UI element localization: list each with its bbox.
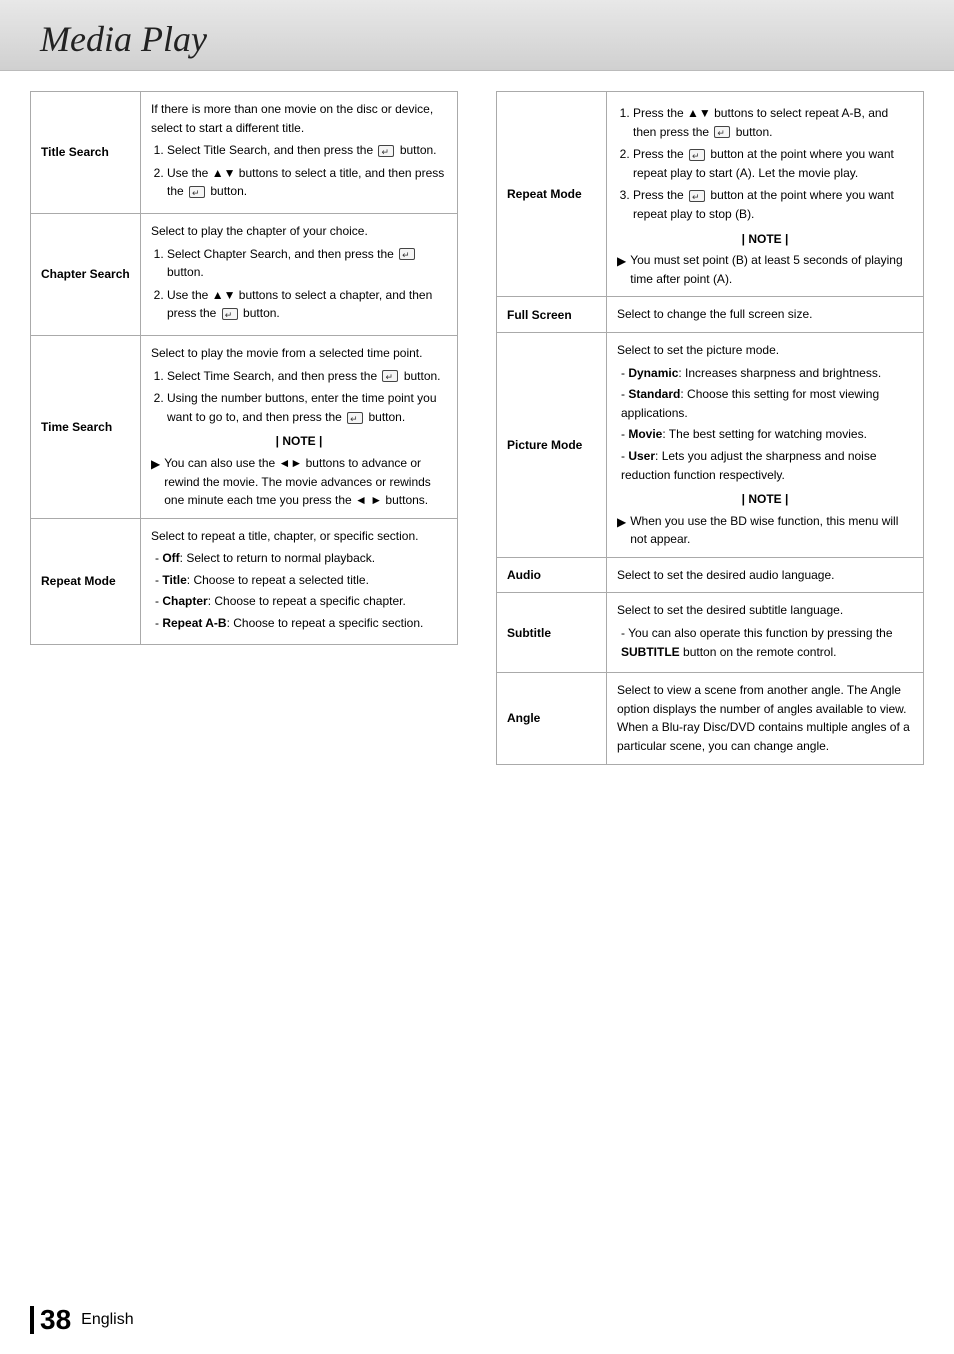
chapter-search-label: Chapter Search — [31, 213, 141, 335]
audio-label: Audio — [497, 557, 607, 593]
title-search-content: If there is more than one movie on the d… — [141, 92, 458, 214]
angle-label: Angle — [497, 673, 607, 764]
full-screen-content: Select to change the full screen size. — [607, 297, 924, 333]
list-item: Chapter: Choose to repeat a specific cha… — [155, 592, 447, 611]
footer-language: English — [81, 1311, 133, 1329]
list-item: Dynamic: Increases sharpness and brightn… — [621, 364, 913, 383]
list-item: Off: Select to return to normal playback… — [155, 549, 447, 568]
angle-content: Select to view a scene from another angl… — [607, 673, 924, 764]
list-item: Standard: Choose this setting for most v… — [621, 385, 913, 422]
time-search-steps: Select Time Search, and then press the b… — [151, 367, 447, 427]
list-item: User: Lets you adjust the sharpness and … — [621, 447, 913, 484]
audio-content: Select to set the desired audio language… — [607, 557, 924, 593]
list-item: Repeat A-B: Choose to repeat a specific … — [155, 614, 447, 633]
chapter-search-steps: Select Chapter Search, and then press th… — [151, 245, 447, 323]
enter-icon — [347, 412, 363, 424]
table-row: Title Search If there is more than one m… — [31, 92, 458, 214]
repeat-mode-right-label: Repeat Mode — [497, 92, 607, 297]
table-row: Subtitle Select to set the desired subti… — [497, 593, 924, 673]
list-item: Select Title Search, and then press the … — [167, 141, 447, 160]
bullet-arrow-icon: ▶ — [151, 455, 160, 474]
enter-icon — [378, 145, 394, 157]
repeat-mode-right-content: Press the ▲▼ buttons to select repeat A-… — [607, 92, 924, 297]
left-section: Title Search If there is more than one m… — [30, 91, 458, 765]
enter-icon — [714, 126, 730, 138]
bullet-arrow-icon: ▶ — [617, 513, 626, 532]
page-title: Media Play — [40, 19, 207, 59]
list-item: Movie: The best setting for watching mov… — [621, 425, 913, 444]
enter-icon — [689, 190, 705, 202]
time-search-note: | NOTE | ▶ You can also use the ◄► butto… — [151, 432, 447, 509]
table-row: Chapter Search Select to play the chapte… — [31, 213, 458, 335]
page-number: 38 — [40, 1306, 71, 1334]
repeat-mode-right-steps: Press the ▲▼ buttons to select repeat A-… — [617, 104, 913, 224]
enter-icon — [382, 370, 398, 382]
column-divider — [468, 91, 486, 765]
time-search-content: Select to play the movie from a selected… — [141, 335, 458, 518]
enter-icon — [689, 149, 705, 161]
list-item: You can also operate this function by pr… — [621, 624, 913, 661]
enter-icon — [189, 186, 205, 198]
bullet-arrow-icon: ▶ — [617, 252, 626, 271]
picture-mode-options: Dynamic: Increases sharpness and brightn… — [617, 364, 913, 485]
title-search-label: Title Search — [31, 92, 141, 214]
list-item: Press the button at the point where you … — [633, 145, 913, 182]
list-item: Press the button at the point where you … — [633, 186, 913, 223]
list-item: Select Time Search, and then press the b… — [167, 367, 447, 386]
left-table: Title Search If there is more than one m… — [30, 91, 458, 645]
picture-mode-content: Select to set the picture mode. Dynamic:… — [607, 332, 924, 557]
right-section: Repeat Mode Press the ▲▼ buttons to sele… — [496, 91, 924, 765]
time-search-label: Time Search — [31, 335, 141, 518]
page-footer: 38 English — [30, 1306, 134, 1334]
table-row: Picture Mode Select to set the picture m… — [497, 332, 924, 557]
full-screen-label: Full Screen — [497, 297, 607, 333]
subtitle-content: Select to set the desired subtitle langu… — [607, 593, 924, 673]
table-row: Audio Select to set the desired audio la… — [497, 557, 924, 593]
list-item: Select Chapter Search, and then press th… — [167, 245, 447, 282]
picture-mode-note: | NOTE | ▶ When you use the BD wise func… — [617, 490, 913, 549]
table-row: Repeat Mode Select to repeat a title, ch… — [31, 518, 458, 644]
list-item: Title: Choose to repeat a selected title… — [155, 571, 447, 590]
chapter-search-content: Select to play the chapter of your choic… — [141, 213, 458, 335]
table-row: Repeat Mode Press the ▲▼ buttons to sele… — [497, 92, 924, 297]
enter-icon — [222, 308, 238, 320]
title-search-steps: Select Title Search, and then press the … — [151, 141, 447, 201]
table-row: Full Screen Select to change the full sc… — [497, 297, 924, 333]
repeat-mode-note: | NOTE | ▶ You must set point (B) at lea… — [617, 230, 913, 289]
table-row: Time Search Select to play the movie fro… — [31, 335, 458, 518]
table-row: Angle Select to view a scene from anothe… — [497, 673, 924, 764]
repeat-mode-options: Off: Select to return to normal playback… — [151, 549, 447, 632]
list-item: Use the ▲▼ buttons to select a chapter, … — [167, 286, 447, 323]
footer-bar — [30, 1306, 34, 1334]
main-content: Title Search If there is more than one m… — [0, 71, 954, 785]
page: Media Play Title Search If there is more… — [0, 0, 954, 1354]
subtitle-options: You can also operate this function by pr… — [617, 624, 913, 661]
page-header: Media Play — [0, 0, 954, 71]
list-item: Press the ▲▼ buttons to select repeat A-… — [633, 104, 913, 141]
right-table: Repeat Mode Press the ▲▼ buttons to sele… — [496, 91, 924, 765]
list-item: Using the number buttons, enter the time… — [167, 389, 447, 426]
enter-icon — [399, 248, 415, 260]
subtitle-label: Subtitle — [497, 593, 607, 673]
picture-mode-label: Picture Mode — [497, 332, 607, 557]
repeat-mode-left-label: Repeat Mode — [31, 518, 141, 644]
repeat-mode-left-content: Select to repeat a title, chapter, or sp… — [141, 518, 458, 644]
list-item: Use the ▲▼ buttons to select a title, an… — [167, 164, 447, 201]
